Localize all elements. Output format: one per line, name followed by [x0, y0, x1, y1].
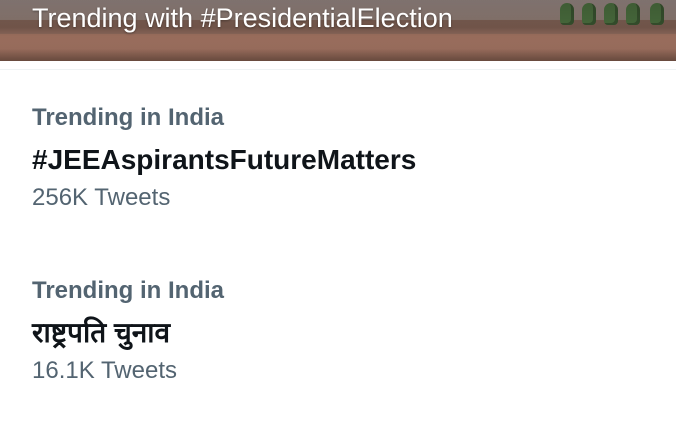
trend-topic[interactable]: राष्ट्रपति चुनाव	[32, 314, 652, 352]
trend-context: Trending in India	[32, 104, 224, 131]
trend-topic[interactable]: #JEEAspirantsFutureMatters	[32, 141, 652, 179]
trend-item[interactable]: Trending in India #JEEAspirantsFutureMat…	[32, 101, 652, 215]
section-divider	[0, 69, 676, 70]
banner-title: Trending with #PresidentialElection	[32, 3, 453, 33]
trend-tweet-count: 16.1K Tweets	[32, 357, 177, 384]
trend-banner[interactable]: Trending with #PresidentialElection	[0, 0, 676, 61]
trend-item[interactable]: Trending in India राष्ट्रपति चुनाव 16.1K…	[32, 274, 652, 388]
trend-tweet-count: 256K Tweets	[32, 184, 171, 211]
trend-context: Trending in India	[32, 277, 224, 304]
